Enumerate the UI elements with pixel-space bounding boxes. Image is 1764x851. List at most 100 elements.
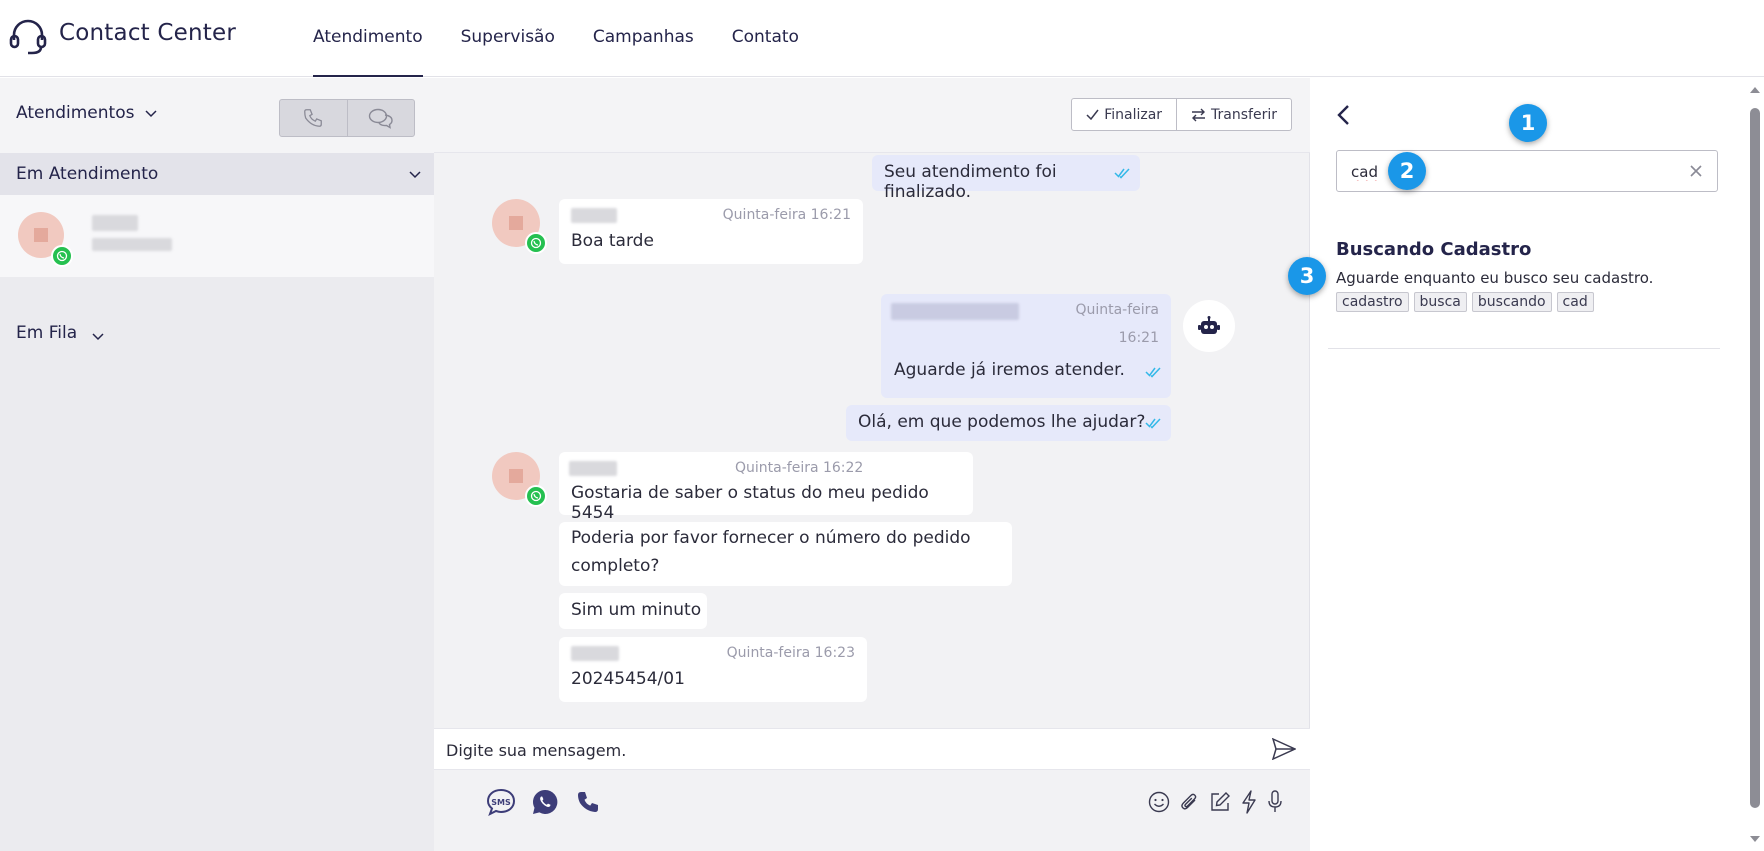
message-time: Quinta-feira 16:23 [726, 645, 855, 661]
emoji-icon [1148, 791, 1170, 813]
chevron-down-icon [145, 110, 157, 118]
nav-contato[interactable]: Contato [732, 0, 799, 77]
atendimentos-dropdown[interactable]: Atendimentos [16, 103, 158, 123]
section-em-atendimento-label: Em Atendimento [16, 164, 159, 184]
contact-detail-redacted [92, 238, 172, 251]
chat-channel-button[interactable] [346, 100, 415, 136]
page-scrollbar[interactable] [1746, 78, 1764, 851]
svg-text:SMS: SMS [491, 798, 511, 807]
scroll-thumb[interactable] [1750, 108, 1760, 808]
sms-icon: SMS [486, 788, 516, 816]
close-icon[interactable] [1689, 164, 1703, 178]
headset-icon [9, 19, 47, 55]
transfer-button[interactable]: Transferir [1176, 99, 1291, 130]
double-check-icon [1145, 367, 1161, 378]
message-text: Gostaria de saber o status do meu pedido… [571, 483, 929, 523]
message-time: 16:21 [1118, 330, 1159, 346]
quick-reply-button[interactable] [1238, 787, 1260, 817]
double-check-icon [1145, 418, 1161, 429]
transfer-label: Transferir [1211, 106, 1277, 123]
contact-name-redacted [92, 215, 138, 231]
message-incoming: Quinta-feira 16:21 Boa tarde [559, 199, 863, 264]
phone-icon [578, 792, 598, 812]
message-text: completo? [571, 556, 660, 576]
microphone-icon [1268, 790, 1282, 812]
paperclip-icon [1181, 793, 1197, 810]
phone-icon [304, 109, 323, 127]
atendimentos-label: Atendimentos [16, 103, 135, 123]
result-title[interactable]: Buscando Cadastro [1336, 239, 1531, 260]
message-text: Seu atendimento foi finalizado. [884, 162, 1057, 202]
nav-supervisao[interactable]: Supervisão [461, 0, 555, 77]
double-check-icon [1114, 168, 1130, 179]
whatsapp-icon [525, 232, 547, 254]
message-time: Quinta-feira 16:22 [735, 460, 864, 476]
sender-name-redacted [571, 208, 617, 223]
chat-header: Finalizar Transferir [434, 78, 1310, 153]
sender-name-redacted [569, 461, 617, 476]
section-em-fila-label: Em Fila [16, 323, 78, 343]
sms-button[interactable]: SMS [486, 787, 516, 817]
whatsapp-icon [51, 245, 73, 267]
back-arrow-icon[interactable] [1336, 104, 1352, 126]
whatsapp-icon [533, 789, 558, 814]
top-bar: Contact Center Atendimento Supervisão Ca… [0, 0, 1764, 77]
message-text: Poderia por favor fornecer o número do p… [571, 528, 971, 548]
section-em-fila[interactable]: Em Fila [16, 323, 105, 343]
microphone-button[interactable] [1264, 787, 1286, 817]
finalize-button[interactable]: Finalizar [1072, 99, 1176, 130]
divider [1328, 348, 1720, 349]
message-incoming: Sim um minuto [559, 593, 707, 629]
tag: cad [1556, 292, 1594, 312]
chat-panel: Finalizar Transferir Seu atendimento foi… [434, 78, 1310, 851]
edit-button[interactable] [1207, 787, 1233, 817]
nav-atendimento[interactable]: Atendimento [313, 0, 423, 77]
send-icon[interactable] [1272, 738, 1296, 760]
quick-reply-panel: 1 2 3 Buscando Cadastro Aguarde enquanto… [1288, 78, 1746, 851]
message-time: Quinta-feira 16:21 [722, 207, 851, 223]
result-description: Aguarde enquanto eu busco seu cadastro. [1336, 269, 1654, 287]
annotation-badge-1: 1 [1509, 104, 1547, 142]
transfer-icon [1192, 108, 1206, 121]
chat-bubbles-icon [368, 108, 393, 129]
chevron-down-icon [92, 333, 104, 341]
message-text: Boa tarde [571, 231, 654, 251]
conversations-header: Atendimentos [0, 78, 434, 153]
message-outgoing: Olá, em que podemos lhe ajudar? [846, 405, 1171, 441]
conversation-item[interactable] [0, 195, 434, 277]
finalize-label: Finalizar [1104, 106, 1163, 123]
tag: busca [1413, 292, 1467, 312]
message-composer [434, 728, 1310, 770]
section-em-atendimento[interactable]: Em Atendimento [0, 153, 434, 195]
composer-toolbar: SMS [434, 770, 1310, 851]
edit-icon [1211, 792, 1230, 811]
nav-campanhas[interactable]: Campanhas [593, 0, 694, 77]
message-text: Aguarde já iremos atender. [894, 360, 1125, 380]
channel-toggle [279, 99, 415, 137]
message-text: Olá, em que podemos lhe ajudar? [858, 412, 1146, 432]
voice-channel-button[interactable] [280, 100, 347, 136]
call-button[interactable] [574, 787, 602, 817]
sender-name-redacted [891, 303, 1019, 320]
result-tags: cadastro busca buscando cad [1336, 292, 1594, 312]
conversations-panel: Atendimentos Em Atendimento Em Fila [0, 78, 434, 851]
main-nav: Atendimento Supervisão Campanhas Contato [313, 0, 837, 77]
message-outgoing: Quinta-feira 16:21 Aguarde já iremos ate… [881, 294, 1171, 398]
tag: buscando [1471, 292, 1552, 312]
bot-avatar [1183, 300, 1235, 352]
robot-icon [1198, 316, 1220, 334]
scroll-down-arrow-icon[interactable] [1749, 833, 1761, 845]
whatsapp-button[interactable] [530, 787, 560, 817]
message-time: Quinta-feira [1075, 302, 1159, 318]
scroll-up-arrow-icon[interactable] [1749, 84, 1761, 96]
message-incoming: Quinta-feira 16:22 Gostaria de saber o s… [559, 452, 973, 523]
sender-name-redacted [571, 646, 619, 661]
message-text: 20245454/01 [571, 669, 685, 689]
message-input[interactable] [446, 737, 1246, 763]
attach-button[interactable] [1176, 787, 1202, 817]
annotation-badge-3: 3 [1288, 257, 1326, 295]
message-outgoing: Seu atendimento foi finalizado. [872, 155, 1140, 202]
message-incoming: Quinta-feira 16:23 20245454/01 [559, 637, 867, 702]
chat-actions: Finalizar Transferir [1071, 98, 1292, 131]
emoji-button[interactable] [1146, 787, 1172, 817]
